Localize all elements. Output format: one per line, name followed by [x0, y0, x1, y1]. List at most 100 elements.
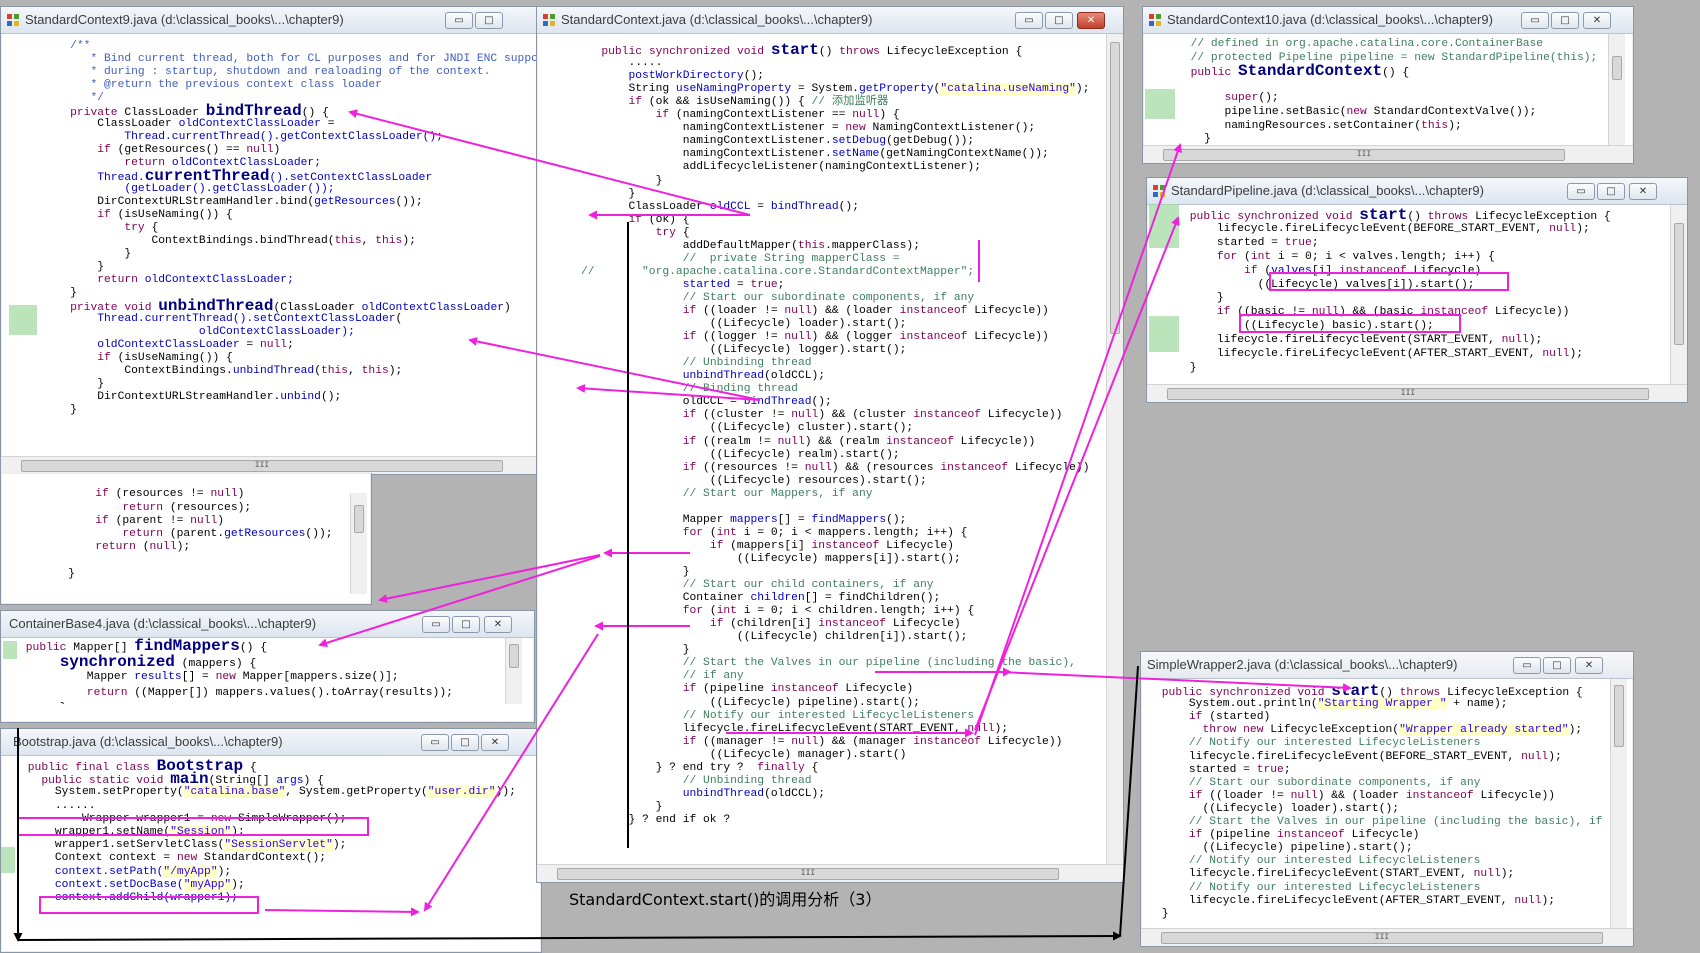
code-token: }: [43, 261, 105, 273]
vertical-scrollbar[interactable]: [350, 493, 367, 594]
title-bar[interactable]: StandardContext10.java (d:\classical_boo…: [1143, 7, 1633, 34]
code-token: /**: [43, 40, 91, 52]
code-editor[interactable]: public synchronized void start() throws …: [1141, 679, 1633, 928]
code-editor[interactable]: public final class Bootstrap { public st…: [1, 756, 541, 952]
vertical-scrollbar[interactable]: [1670, 205, 1687, 384]
code-token: ;: [967, 265, 975, 278]
code-line: }: [43, 378, 104, 391]
editor-window-standard-context10[interactable]: StandardContext10.java (d:\classical_boo…: [1142, 6, 1634, 164]
scrollbar-thumb[interactable]: III: [21, 460, 503, 472]
scrollbar-thumb[interactable]: III: [1163, 149, 1565, 161]
code-token: );: [402, 235, 416, 247]
editor-window-get-resources[interactable]: public DirContext getResources() { if (r…: [0, 473, 372, 605]
maximize-button[interactable]: □: [1597, 183, 1625, 200]
editor-window-bootstrap[interactable]: Bootstrap.java (d:\classical_books\...\c…: [0, 728, 542, 953]
code-token: lifecycle.fireLifecycleEvent(BEFORE_STAR…: [1155, 750, 1522, 763]
vertical-scrollbar[interactable]: [1608, 34, 1625, 145]
code-token: null: [1473, 868, 1501, 881]
code-editor[interactable]: public synchronized void start() throws …: [537, 34, 1123, 882]
code-editor[interactable]: public DirContext getResources() { if (r…: [1, 481, 371, 604]
code-token: null: [210, 488, 238, 501]
scrollbar-thumb[interactable]: [1614, 685, 1624, 747]
title-bar[interactable]: StandardPipeline.java (d:\classical_book…: [1147, 178, 1687, 205]
code-token: {: [675, 226, 690, 239]
code-token: finally: [757, 761, 805, 774]
horizontal-scrollbar[interactable]: III: [1143, 145, 1633, 163]
minimize-button[interactable]: ▭: [421, 734, 449, 751]
code-token: =: [239, 339, 260, 351]
maximize-button[interactable]: □: [475, 12, 503, 29]
title-bar[interactable]: ContainerBase4.java (d:\classical_books\…: [1, 611, 534, 638]
scrollbar-thumb[interactable]: [354, 505, 364, 533]
code-token: started =: [1155, 763, 1257, 776]
maximize-button[interactable]: □: [452, 616, 480, 633]
vertical-scrollbar[interactable]: [1610, 679, 1627, 928]
editor-window-standard-pipeline[interactable]: StandardPipeline.java (d:\classical_book…: [1146, 177, 1688, 403]
maximize-button[interactable]: □: [1045, 12, 1073, 29]
vertical-scrollbar[interactable]: [505, 638, 522, 704]
code-editor[interactable]: public Mapper[] findMappers() { synchron…: [1, 638, 534, 704]
code-token: ());: [395, 196, 423, 208]
scrollbar-thumb[interactable]: [1674, 223, 1684, 345]
minimize-button[interactable]: ▭: [1521, 12, 1549, 29]
horizontal-scrollbar[interactable]: III: [537, 864, 1123, 882]
code-token: ) {: [879, 109, 900, 122]
maximize-button[interactable]: □: [1551, 12, 1579, 29]
minimize-button[interactable]: ▭: [1567, 183, 1595, 200]
code-token: synchronized: [1237, 211, 1319, 223]
horizontal-scrollbar[interactable]: III: [1141, 928, 1633, 946]
close-button[interactable]: ✕: [484, 616, 512, 633]
horizontal-scrollbar[interactable]: III: [1147, 384, 1687, 402]
code-token: (getDebug());: [886, 135, 975, 148]
editor-window-standard-context9[interactable]: StandardContext9.java (d:\classical_book…: [0, 6, 542, 475]
code-line: ((Lifecycle) manager).start(): [581, 749, 907, 762]
title-bar[interactable]: StandardContext9.java (d:\classical_book…: [1, 7, 541, 34]
code-editor[interactable]: /** * Bind current thread, both for CL p…: [1, 34, 541, 456]
window-title: StandardContext.java (d:\classical_books…: [561, 12, 873, 27]
title-bar[interactable]: SimpleWrapper2.java (d:\classical_books\…: [1141, 652, 1633, 679]
horizontal-scrollbar[interactable]: III: [1, 456, 541, 474]
maximize-button[interactable]: □: [451, 734, 479, 751]
scrollbar-thumb[interactable]: III: [1161, 932, 1603, 944]
scrollbar-thumb[interactable]: [509, 644, 519, 668]
code-token: // Start our child containers, if any: [682, 579, 934, 592]
code-editor[interactable]: // defined in org.apache.catalina.core.C…: [1143, 34, 1633, 145]
scrollbar-thumb[interactable]: [1612, 56, 1622, 80]
editor-window-container-base4[interactable]: ContainerBase4.java (d:\classical_books\…: [0, 610, 535, 723]
minimize-button[interactable]: ▭: [1513, 657, 1541, 674]
title-bar[interactable]: StandardContext.java (d:\classical_books…: [537, 7, 1123, 34]
minimize-button[interactable]: ▭: [445, 12, 473, 29]
title-bar[interactable]: Bootstrap.java (d:\classical_books\...\c…: [1, 729, 541, 756]
maximize-button[interactable]: □: [1543, 657, 1571, 674]
code-token: =: [320, 118, 335, 130]
minimize-button[interactable]: ▭: [422, 616, 450, 633]
code-token: ;: [1283, 763, 1291, 776]
vertical-scrollbar[interactable]: [1106, 34, 1123, 864]
code-line: public StandardContext() {: [1177, 63, 1410, 79]
code-token: } ? end try ?: [581, 761, 758, 774]
scrollbar-thumb[interactable]: III: [557, 868, 1059, 880]
scrollbar-thumb[interactable]: III: [1167, 388, 1649, 400]
code-token: ((Lifecycle) pipeline).start();: [581, 696, 920, 709]
code-line: */: [43, 92, 104, 105]
code-line: Context context = new StandardContext();: [21, 852, 326, 865]
scrollbar-thumb[interactable]: [1110, 42, 1120, 334]
close-button[interactable]: ✕: [1583, 12, 1611, 29]
close-button[interactable]: ✕: [1575, 657, 1603, 674]
code-token: return: [86, 686, 128, 699]
minimize-button[interactable]: ▭: [1015, 12, 1043, 29]
close-button[interactable]: ✕: [1629, 183, 1657, 200]
code-token: ();: [1258, 92, 1279, 105]
code-editor[interactable]: public synchronized void start() throws …: [1147, 205, 1687, 384]
editor-window-simple-wrapper2[interactable]: SimpleWrapper2.java (d:\classical_books\…: [1140, 651, 1634, 947]
code-token: ((realm !=: [696, 435, 778, 448]
close-button[interactable]: ✕: [481, 734, 509, 751]
code-line: public final class Bootstrap {: [21, 758, 257, 774]
code-token: );: [217, 865, 232, 878]
editor-window-standard-context[interactable]: StandardContext.java (d:\classical_books…: [536, 6, 1124, 883]
close-button[interactable]: ✕: [1077, 12, 1105, 29]
code-token: null: [791, 735, 819, 748]
